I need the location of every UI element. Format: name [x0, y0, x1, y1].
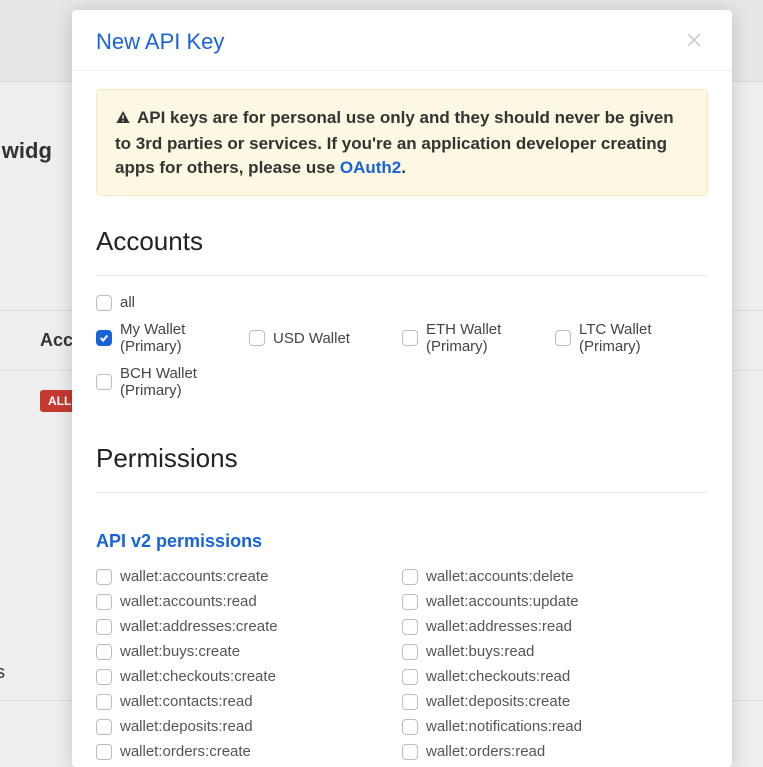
permission-item: wallet:accounts:create	[96, 568, 402, 585]
permission-label: wallet:deposits:create	[426, 693, 570, 710]
account-item: USD Wallet	[249, 321, 402, 355]
checkbox-permission[interactable]	[96, 644, 112, 660]
permission-item: wallet:accounts:delete	[402, 568, 708, 585]
checkbox-permission[interactable]	[402, 719, 418, 735]
checkbox-my-wallet[interactable]	[96, 330, 112, 346]
new-api-key-modal: New API Key API keys are for personal us…	[72, 10, 732, 767]
checkbox-permission[interactable]	[402, 669, 418, 685]
permission-item: wallet:accounts:update	[402, 593, 708, 610]
api-v2-permissions-heading: API v2 permissions	[96, 531, 708, 552]
permission-item: wallet:checkouts:read	[402, 668, 708, 685]
permission-label: wallet:orders:read	[426, 743, 545, 760]
checkbox-permission[interactable]	[402, 694, 418, 710]
bg-acc-label: Acc	[40, 330, 73, 351]
oauth2-link[interactable]: OAuth2	[340, 158, 401, 177]
account-item: BCH Wallet (Primary)	[96, 365, 249, 399]
permission-label: wallet:checkouts:create	[120, 668, 276, 685]
permission-label: wallet:buys:read	[426, 643, 534, 660]
checkbox-permission[interactable]	[96, 719, 112, 735]
permission-item: wallet:accounts:read	[96, 593, 402, 610]
permission-item: wallet:notifications:read	[402, 718, 708, 735]
account-all-row: all	[96, 294, 708, 311]
accounts-heading: Accounts	[96, 226, 708, 257]
permission-label: wallet:deposits:read	[120, 718, 253, 735]
account-item: ETH Wallet (Primary)	[402, 321, 555, 355]
permission-label: wallet:accounts:read	[120, 593, 257, 610]
checkbox-permission[interactable]	[96, 569, 112, 585]
permission-label: wallet:accounts:update	[426, 593, 579, 610]
checkbox-permission[interactable]	[96, 669, 112, 685]
account-label: BCH Wallet (Primary)	[120, 365, 249, 399]
permissions-col-right: wallet:accounts:delete wallet:accounts:u…	[402, 568, 708, 767]
permission-label: wallet:notifications:read	[426, 718, 582, 735]
modal-title: New API Key	[96, 29, 224, 55]
permission-item: wallet:addresses:read	[402, 618, 708, 635]
account-label: My Wallet (Primary)	[120, 321, 249, 355]
account-item: LTC Wallet (Primary)	[555, 321, 702, 355]
permission-label: wallet:buys:create	[120, 643, 240, 660]
account-item: My Wallet (Primary)	[96, 321, 249, 355]
permission-item: wallet:addresses:create	[96, 618, 402, 635]
warning-icon	[115, 108, 131, 132]
permissions-col-left: wallet:accounts:create wallet:accounts:r…	[96, 568, 402, 767]
checkbox-eth-wallet[interactable]	[402, 330, 418, 346]
permission-label: wallet:orders:create	[120, 743, 251, 760]
checkbox-permission[interactable]	[402, 569, 418, 585]
permission-item: wallet:contacts:read	[96, 693, 402, 710]
permission-label: wallet:contacts:read	[120, 693, 253, 710]
permissions-grid: wallet:accounts:create wallet:accounts:r…	[96, 568, 708, 767]
permission-item: wallet:orders:read	[402, 743, 708, 760]
account-label: LTC Wallet (Primary)	[579, 321, 702, 355]
checkbox-permission[interactable]	[402, 594, 418, 610]
checkbox-permission[interactable]	[96, 619, 112, 635]
permission-item: wallet:deposits:create	[402, 693, 708, 710]
accounts-row: My Wallet (Primary) USD Wallet ETH Walle…	[96, 321, 708, 409]
checkbox-permission[interactable]	[402, 644, 418, 660]
account-label: ETH Wallet (Primary)	[426, 321, 555, 355]
account-label: all	[120, 294, 135, 311]
checkbox-permission[interactable]	[96, 694, 112, 710]
permission-item: wallet:buys:create	[96, 643, 402, 660]
permission-item: wallet:deposits:read	[96, 718, 402, 735]
checkbox-usd-wallet[interactable]	[249, 330, 265, 346]
permission-label: wallet:checkouts:read	[426, 668, 570, 685]
permission-label: wallet:accounts:create	[120, 568, 268, 585]
permission-item: wallet:checkouts:create	[96, 668, 402, 685]
divider	[96, 492, 708, 493]
checkbox-permission[interactable]	[402, 744, 418, 760]
account-label: USD Wallet	[273, 330, 350, 347]
warning-alert: API keys are for personal use only and t…	[96, 89, 708, 196]
permissions-heading: Permissions	[96, 443, 708, 474]
checkbox-all[interactable]	[96, 295, 112, 311]
permission-label: wallet:addresses:create	[120, 618, 278, 635]
close-button[interactable]	[680, 28, 708, 56]
accounts-group: all My Wallet (Primary) USD Wallet ETH W…	[96, 294, 708, 409]
modal-header: New API Key	[72, 10, 732, 71]
permission-label: wallet:accounts:delete	[426, 568, 574, 585]
modal-body: API keys are for personal use only and t…	[72, 71, 732, 767]
checkbox-permission[interactable]	[402, 619, 418, 635]
close-icon	[685, 31, 703, 54]
bg-cut-s: s	[0, 662, 5, 683]
checkbox-permission[interactable]	[96, 744, 112, 760]
permission-item: wallet:buys:read	[402, 643, 708, 660]
checkbox-permission[interactable]	[96, 594, 112, 610]
permission-label: wallet:addresses:read	[426, 618, 572, 635]
checkbox-ltc-wallet[interactable]	[555, 330, 571, 346]
bg-cut-text: uy widg	[0, 138, 52, 164]
alert-text-end: .	[401, 158, 406, 177]
permission-item: wallet:orders:create	[96, 743, 402, 760]
divider	[96, 275, 708, 276]
checkbox-bch-wallet[interactable]	[96, 374, 112, 390]
